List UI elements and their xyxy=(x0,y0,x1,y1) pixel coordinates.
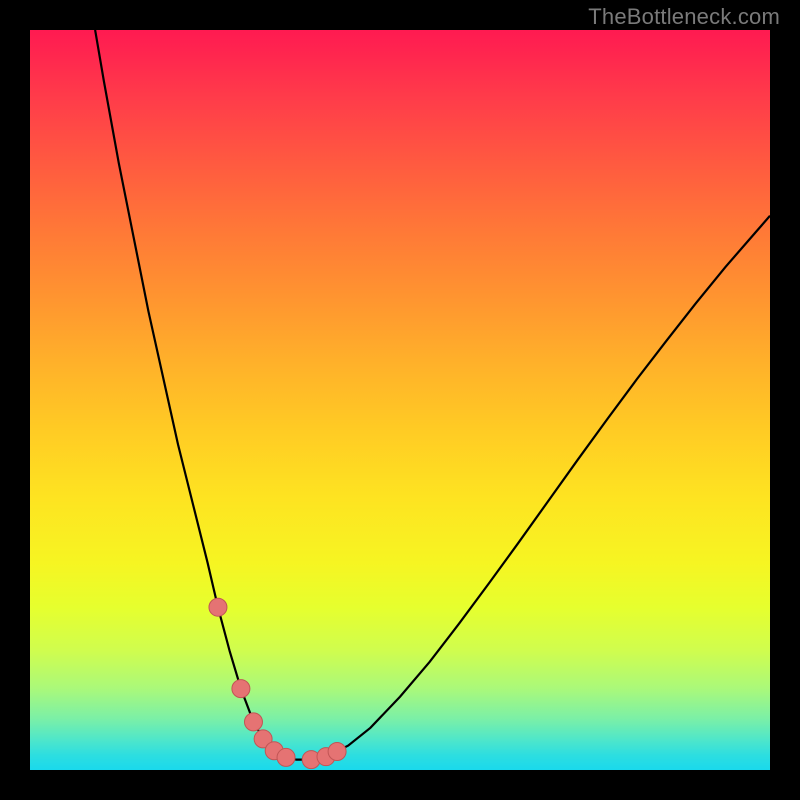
watermark-text: TheBottleneck.com xyxy=(588,4,780,30)
marker-point xyxy=(209,598,227,616)
marker-point xyxy=(328,743,346,761)
chart-frame: TheBottleneck.com xyxy=(0,0,800,800)
marker-point xyxy=(232,680,250,698)
chart-plot-area xyxy=(30,30,770,770)
chart-svg xyxy=(30,30,770,770)
marker-point xyxy=(277,748,295,766)
highlighted-points xyxy=(209,598,346,768)
marker-point xyxy=(244,713,262,731)
bottleneck-curve xyxy=(95,30,770,760)
